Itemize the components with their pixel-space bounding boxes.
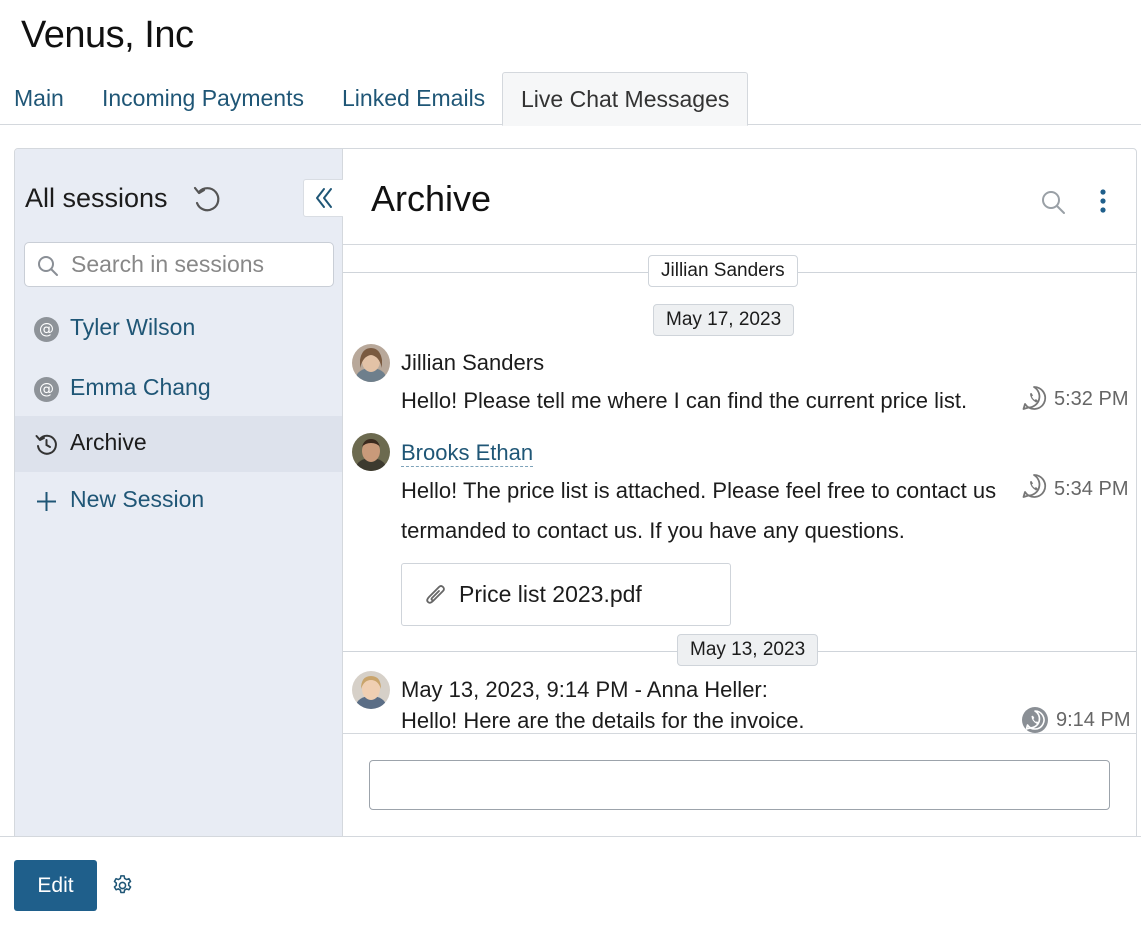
avatar [352,344,390,382]
search-icon [38,256,58,276]
chat-title: Archive [371,178,492,219]
tab-bar: Main Incoming Payments Linked Emails Liv… [0,72,1141,126]
message-text: termanded to contact us. If you have any… [401,518,905,543]
session-search-input[interactable] [71,243,326,286]
message-time: 5:32 PM [1054,388,1129,411]
compose-area [343,733,1136,837]
session-label: Archive [70,429,147,455]
message-author: May 13, 2023, 9:14 PM - Anna Heller: [401,677,768,702]
avatar [352,671,390,709]
session-participant-label: Jillian Sanders [648,255,798,287]
gear-icon[interactable] [111,874,134,897]
history-icon [35,434,57,455]
session-item-tyler-wilson[interactable]: @ Tyler Wilson [15,301,342,357]
message-text: Hello! Please tell me where I can find t… [401,388,968,413]
search-icon[interactable] [1040,189,1066,215]
chat-header: Archive [343,149,1136,245]
whatsapp-icon [1022,707,1048,733]
whatsapp-icon [1022,474,1047,498]
plus-icon [37,492,56,511]
avatar [352,433,390,471]
at-icon: @ [34,317,59,342]
message-time: 9:14 PM [1056,709,1131,732]
attachment-name: Price list 2023.pdf [459,581,642,607]
tab-linked-emails[interactable]: Linked Emails [342,72,485,125]
session-label: Tyler Wilson [70,314,196,340]
session-item-emma-chang[interactable]: @ Emma Chang [15,361,342,417]
message-text: Hello! Here are the details for the invo… [401,708,805,733]
sidebar-title: All sessions [25,183,168,213]
message-text: Hello! The price list is attached. Pleas… [401,478,997,503]
whatsapp-icon [1022,386,1047,410]
company-title: Venus, Inc [21,14,194,56]
message-time: 5:34 PM [1054,478,1129,501]
double-chevron-left-icon [315,188,332,208]
sessions-sidebar: All sessions @ Tyler Wilson @ [15,149,343,837]
message-input[interactable] [369,760,1110,810]
attachment-file[interactable]: Price list 2023.pdf [401,563,731,626]
tab-incoming-payments[interactable]: Incoming Payments [102,72,304,125]
session-item-archive[interactable]: Archive [15,416,342,472]
collapse-sidebar-button[interactable] [303,179,343,217]
bottom-toolbar: Edit [0,836,1141,928]
message-author: Jillian Sanders [401,350,545,375]
at-icon: @ [34,377,59,402]
tab-live-chat-messages[interactable]: Live Chat Messages [502,72,749,126]
edit-button[interactable]: Edit [14,860,97,911]
session-label: Emma Chang [70,374,211,400]
date-separator: May 13, 2023 [677,634,819,666]
message-author-link[interactable]: Brooks Ethan [401,440,534,467]
paperclip-icon [426,585,445,604]
tab-main[interactable]: Main [14,72,64,125]
live-chat-panel: All sessions @ Tyler Wilson @ [14,148,1137,838]
more-vertical-icon[interactable] [1099,187,1107,215]
new-session-button[interactable]: New Session [15,473,342,529]
message-list: Jillian Sanders May 17, 2023 Jillian San… [343,245,1136,733]
session-label: New Session [70,486,205,512]
chat-pane: Archive Jillian Sanders May 17, 2023 Jil… [343,149,1136,837]
session-search-box [24,242,334,287]
date-separator: May 17, 2023 [653,304,795,336]
refresh-icon[interactable] [190,183,224,217]
